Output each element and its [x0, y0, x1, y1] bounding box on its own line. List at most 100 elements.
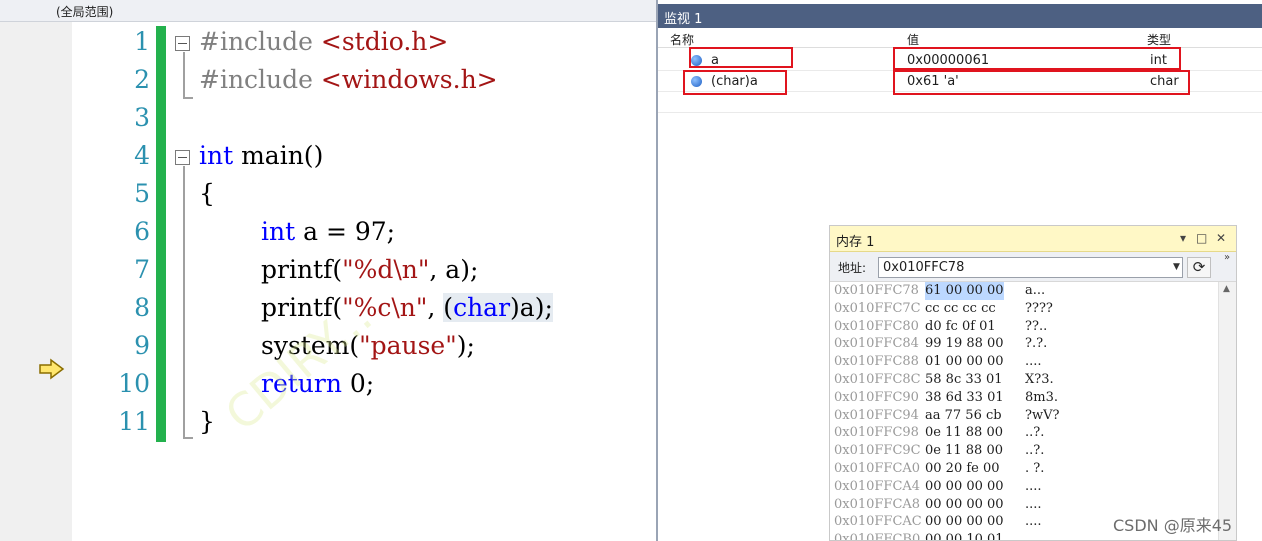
- memory-bytes[interactable]: 00 00 00 00: [925, 478, 1004, 496]
- memory-address: 0x010FFCAC: [834, 514, 922, 530]
- code-line-4: int main(): [199, 141, 324, 170]
- memory-ascii: ..?.: [1025, 425, 1045, 441]
- code-line-9: system("pause");: [261, 331, 475, 360]
- memory-ascii: . ?.: [1025, 461, 1045, 476]
- memory-bytes[interactable]: 0e 11 88 00: [925, 424, 1003, 442]
- indicator-margin[interactable]: [0, 22, 72, 541]
- scope-dropdown-label[interactable]: (全局范围): [56, 3, 113, 20]
- memory-bytes[interactable]: 99 19 88 00: [925, 335, 1004, 353]
- memory-address: 0x010FFC98: [834, 425, 919, 441]
- line-number-gutter: 1 2 3 4 5 6 7 8 9 10 11: [72, 22, 154, 541]
- memory-grid[interactable]: 0x010FFC78 61 00 00 00 a... 0x010FFC7C cc cc…: [830, 282, 1218, 540]
- fold-guide-line: [183, 52, 185, 98]
- memory-bytes[interactable]: d0 fc 0f 01: [925, 318, 996, 336]
- memory-ascii: ??..: [1025, 318, 1048, 334]
- memory-address: 0x010FFCB0: [834, 532, 921, 540]
- annotation-box-name-char-a: [683, 70, 787, 95]
- memory-address: 0x010FFC78: [834, 283, 919, 298]
- address-input[interactable]: [878, 257, 1183, 278]
- change-tracking-bar: [156, 26, 166, 442]
- fold-guide-line: [183, 166, 185, 438]
- memory-bytes[interactable]: 58 8c 33 01: [925, 371, 1003, 389]
- memory-ascii: ....: [1025, 514, 1042, 530]
- window-options-dropdown-icon[interactable]: ▾: [1180, 231, 1186, 245]
- column-value-header[interactable]: 值: [907, 31, 919, 48]
- maximize-icon[interactable]: □: [1196, 231, 1207, 245]
- line-number: 2: [134, 65, 150, 94]
- memory-address: 0x010FFC8C: [834, 372, 921, 387]
- memory-bytes[interactable]: 00 00 00 00: [925, 496, 1004, 514]
- overflow-chevron-icon[interactable]: »: [1224, 252, 1230, 263]
- code-line-1: #include <stdio.h>: [199, 27, 449, 56]
- watch-window-titlebar[interactable]: 监视 1: [658, 4, 1262, 28]
- code-line-8: printf("%c\n", (char)a);: [261, 293, 553, 322]
- watch-window-title: 监视 1: [664, 12, 703, 27]
- memory-address: 0x010FFC88: [834, 354, 919, 370]
- watch-empty-row[interactable]: [658, 92, 1262, 113]
- memory-bytes[interactable]: 0e 11 88 00: [925, 442, 1003, 460]
- memory-bytes[interactable]: 61 00 00 00: [925, 282, 1004, 300]
- column-type-header[interactable]: 类型: [1147, 31, 1171, 48]
- memory-ascii: 8m3.: [1025, 389, 1059, 405]
- line-number: 11: [118, 407, 150, 436]
- memory-ascii: ????: [1025, 300, 1053, 316]
- memory-ascii: ....: [1025, 354, 1042, 370]
- memory-bytes[interactable]: 00 20 fe 00: [925, 460, 1000, 478]
- annotation-box-value-a: [893, 47, 1181, 70]
- memory-bytes[interactable]: 00 00 00 00: [925, 513, 1004, 531]
- memory-bytes[interactable]: 01 00 00 00: [925, 353, 1004, 371]
- code-line-7: printf("%d\n", a);: [261, 255, 479, 284]
- line-number: 5: [134, 179, 150, 208]
- scroll-up-icon[interactable]: ▲: [1223, 284, 1230, 294]
- memory-address: 0x010FFC7C: [834, 300, 921, 316]
- memory-ascii: ....: [1025, 496, 1042, 512]
- line-number: 1: [134, 27, 150, 56]
- memory-bytes[interactable]: 00 00 10 01: [925, 531, 1004, 540]
- memory-bytes[interactable]: cc cc cc cc: [925, 300, 996, 318]
- memory-ascii: ....: [1025, 532, 1042, 540]
- line-number: 8: [134, 293, 150, 322]
- collapse-includes-icon[interactable]: [175, 36, 190, 51]
- memory-ascii: ?.?.: [1025, 336, 1048, 352]
- chevron-down-icon[interactable]: ▼: [1173, 262, 1180, 272]
- memory-window-titlebar[interactable]: 内存 1 ▾ □ ✕: [830, 226, 1236, 252]
- memory-ascii: ?wV?: [1025, 407, 1060, 423]
- memory-address: 0x010FFCA8: [834, 496, 921, 512]
- code-line-6: int a = 97;: [261, 217, 396, 246]
- column-name-header[interactable]: 名称: [670, 31, 694, 48]
- memory-window-title: 内存 1: [836, 235, 875, 250]
- line-number: 10: [118, 369, 150, 398]
- refresh-icon[interactable]: ⟳: [1187, 257, 1211, 278]
- line-number: 4: [134, 141, 150, 170]
- memory-address-bar: 地址: ▼ ⟳ »: [830, 252, 1236, 282]
- memory-address: 0x010FFC84: [834, 336, 919, 352]
- close-icon[interactable]: ✕: [1216, 231, 1226, 245]
- memory-vertical-scrollbar[interactable]: ▲: [1218, 282, 1236, 540]
- scope-navigation-bar[interactable]: (全局范围): [0, 0, 656, 22]
- code-line-5: {: [199, 179, 215, 208]
- line-number: 3: [134, 103, 150, 132]
- memory-bytes[interactable]: 38 6d 33 01: [925, 389, 1004, 407]
- memory-ascii: ..?.: [1025, 443, 1045, 459]
- csdn-watermark: CSDN @原来45: [1113, 516, 1233, 535]
- memory-window[interactable]: 内存 1 ▾ □ ✕ 地址: ▼ ⟳ » 0x010FFC78 61 00 00 …: [829, 225, 1237, 541]
- collapse-main-icon[interactable]: [175, 150, 190, 165]
- code-editor[interactable]: (全局范围) 1 2 3 4 5 6 7 8 9 10 11 #include …: [0, 0, 656, 541]
- address-label: 地址:: [838, 261, 867, 275]
- code-line-10: return 0;: [261, 369, 375, 398]
- annotation-box-value-char-a: [893, 70, 1190, 95]
- code-line-2: #include <windows.h>: [199, 65, 498, 94]
- memory-bytes[interactable]: aa 77 56 cb: [925, 407, 1002, 425]
- fold-guide-end: [183, 97, 193, 99]
- memory-ascii: a...: [1025, 283, 1046, 298]
- line-number: 6: [134, 217, 150, 246]
- current-statement-arrow-icon: [39, 358, 65, 380]
- line-number: 9: [134, 331, 150, 360]
- annotation-box-name-a: [689, 47, 793, 68]
- memory-address: 0x010FFC90: [834, 389, 919, 405]
- memory-address: 0x010FFC9C: [834, 443, 921, 459]
- memory-address: 0x010FFC80: [834, 318, 919, 334]
- memory-address: 0x010FFC94: [834, 407, 919, 423]
- highlighted-cast-expression[interactable]: (char)a);: [443, 293, 553, 322]
- code-line-11: }: [199, 407, 215, 436]
